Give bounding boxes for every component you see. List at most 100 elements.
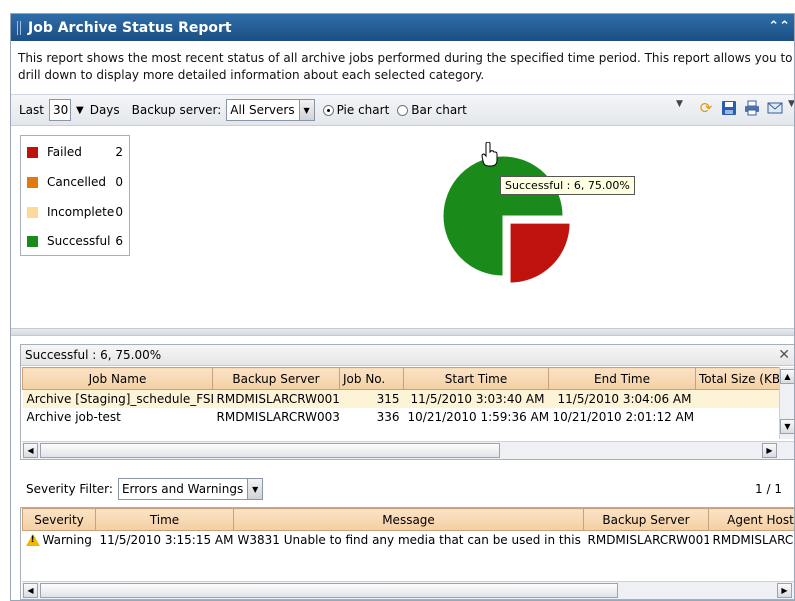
- time-cell: 11/5/2010 3:15:15 AM: [99, 532, 234, 547]
- job-name-cell: Archive [Staging]_schedule_FSD: [22, 389, 213, 408]
- message-cell: W3831 Unable to find any media that can …: [237, 532, 584, 547]
- legend-label: Successful: [47, 234, 111, 248]
- job-name-cell: Archive job-test: [26, 409, 121, 424]
- start-time-cell: 10/21/2010 1:59:36 AM: [407, 409, 549, 424]
- title-bar: Job Archive Status Report ⌃⌃: [11, 14, 794, 41]
- toolbar-actions: ▼ ⟳ ▼: [676, 99, 794, 117]
- more-icon[interactable]: ▼: [788, 99, 794, 117]
- col-end-time[interactable]: End Time: [548, 367, 696, 390]
- jobs-panel: Successful : 6, 75.00% ✕ Job Name Backup…: [20, 344, 794, 460]
- scroll-thumb[interactable]: [40, 443, 500, 458]
- legend-label: Incomplete: [47, 205, 115, 219]
- splitter[interactable]: [11, 328, 794, 336]
- save-icon[interactable]: [720, 99, 738, 117]
- warning-icon: [25, 533, 40, 546]
- jobs-horizontal-scrollbar[interactable]: ◀ ▶: [22, 441, 794, 459]
- backup-server-cell: RMDMISLARCRW001: [587, 532, 709, 547]
- events-horizontal-scrollbar[interactable]: ◀ ▶: [22, 581, 794, 599]
- events-panel: Severity Time Message Backup Server Agen…: [20, 507, 794, 600]
- days-input[interactable]: 30: [49, 99, 71, 121]
- collapse-icon[interactable]: ⌃⌃: [768, 19, 790, 34]
- severity-text: Warning: [42, 532, 92, 547]
- jobs-table: Job Name Backup Server Job No. Start Tim…: [22, 367, 779, 426]
- scroll-left-icon[interactable]: ◀: [23, 443, 38, 458]
- backup-server-select[interactable]: All Servers ▼: [226, 99, 315, 121]
- bar-chart-label[interactable]: Bar chart: [411, 103, 467, 117]
- table-row[interactable]: Warning 11/5/2010 3:15:15 AM W3831 Unabl…: [23, 531, 794, 549]
- events-header-row: Severity Time Message Backup Server Agen…: [22, 508, 794, 531]
- overflow-icon[interactable]: ▼: [676, 99, 684, 117]
- legend-count: 6: [115, 234, 123, 248]
- print-icon[interactable]: [743, 99, 761, 117]
- col-time[interactable]: Time: [95, 508, 234, 531]
- table-row[interactable]: Archive job-test RMDMISLARCRW003 336 10/…: [23, 408, 780, 426]
- severity-filter-select[interactable]: Errors and Warnings ▼: [117, 478, 264, 500]
- scroll-right-icon[interactable]: ▶: [777, 583, 792, 598]
- end-time-cell: 10/21/2010 2:01:12 AM: [552, 409, 695, 424]
- events-grid-viewport: Severity Time Message Backup Server Agen…: [22, 508, 794, 564]
- total-size-cell: 1: [695, 389, 779, 408]
- chart-tooltip: Successful : 6, 75.00%: [500, 176, 635, 195]
- col-job-name[interactable]: Job Name: [22, 367, 213, 390]
- total-size-cell: [696, 408, 780, 426]
- severity-filter-bar: Severity Filter: Errors and Warnings ▼ 1…: [20, 477, 794, 501]
- table-row[interactable]: Archive [Staging]_schedule_FSD RMDMISLAR…: [22, 389, 779, 408]
- col-job-no[interactable]: Job No.: [339, 367, 404, 390]
- scroll-right-icon[interactable]: ▶: [762, 443, 777, 458]
- jobs-vertical-scrollbar[interactable]: ▲ ▼: [779, 367, 794, 439]
- severity-filter-value: Errors and Warnings: [121, 482, 244, 496]
- close-icon[interactable]: ✕: [778, 347, 790, 363]
- failed-swatch: [27, 146, 38, 158]
- page-indicator: 1 / 1: [755, 482, 782, 496]
- pie-chart-radio[interactable]: [322, 104, 334, 116]
- scroll-thumb[interactable]: [40, 583, 618, 598]
- legend-count: 0: [115, 175, 123, 189]
- email-icon[interactable]: [766, 99, 784, 117]
- pie-chart-label[interactable]: Pie chart: [337, 103, 390, 117]
- severity-filter-label: Severity Filter:: [26, 482, 113, 496]
- col-backup-server[interactable]: Backup Server: [212, 367, 340, 390]
- legend-item-incomplete[interactable]: Incomplete 0: [21, 202, 129, 222]
- last-label: Last: [19, 103, 44, 117]
- job-no-cell: 336: [376, 409, 400, 424]
- col-event-backup-server[interactable]: Backup Server: [583, 508, 709, 531]
- successful-swatch: [27, 235, 38, 247]
- col-message[interactable]: Message: [233, 508, 584, 531]
- hand-cursor-icon: [481, 142, 498, 167]
- severity-cell: Warning: [23, 531, 96, 549]
- jobs-header-row: Job Name Backup Server Job No. Start Tim…: [22, 367, 779, 390]
- legend-label: Cancelled: [47, 175, 106, 189]
- legend-count: 2: [115, 145, 123, 159]
- grip-icon[interactable]: [17, 20, 21, 35]
- scroll-up-icon[interactable]: ▲: [780, 369, 794, 384]
- report-description: This report shows the most recent status…: [18, 51, 793, 82]
- incomplete-swatch: [27, 206, 38, 218]
- days-dropdown-icon[interactable]: ▼: [76, 105, 84, 116]
- legend-item-successful[interactable]: Successful 6: [21, 231, 129, 251]
- chevron-down-icon[interactable]: ▼: [298, 100, 314, 120]
- jobs-grid-viewport: Job Name Backup Server Job No. Start Tim…: [22, 367, 779, 442]
- backup-server-cell: RMDMISLARCRW003: [216, 409, 340, 424]
- chevron-down-icon[interactable]: ▼: [247, 479, 263, 499]
- report-window: Job Archive Status Report ⌃⌃ This report…: [10, 13, 795, 601]
- cancelled-swatch: [27, 176, 38, 188]
- scroll-down-icon[interactable]: ▼: [780, 419, 794, 434]
- refresh-icon[interactable]: ⟳: [697, 99, 715, 117]
- events-table: Severity Time Message Backup Server Agen…: [22, 508, 794, 549]
- col-total-size[interactable]: Total Size (KB: [695, 367, 779, 390]
- legend-item-cancelled[interactable]: Cancelled 0: [21, 172, 129, 192]
- filter-toolbar: Last 30 ▼ Days Backup server: All Server…: [11, 94, 794, 126]
- backup-server-label: Backup server:: [131, 103, 222, 117]
- scroll-left-icon[interactable]: ◀: [23, 583, 38, 598]
- backup-server-cell: RMDMISLARCRW001: [212, 389, 340, 408]
- chart-legend: Failed 2 Cancelled 0 Incomplete 0 Succes…: [20, 135, 130, 256]
- status-pie-chart[interactable]: [431, 132, 591, 312]
- legend-count: 0: [115, 205, 123, 219]
- col-start-time[interactable]: Start Time: [403, 367, 549, 390]
- col-severity[interactable]: Severity: [22, 508, 96, 531]
- bar-chart-radio[interactable]: [397, 104, 409, 116]
- col-agent-host[interactable]: Agent Host: [708, 508, 794, 531]
- legend-item-failed[interactable]: Failed 2: [21, 142, 129, 162]
- pie-slice-failed[interactable]: [509, 222, 571, 284]
- jobs-panel-header: Successful : 6, 75.00% ✕: [21, 345, 794, 366]
